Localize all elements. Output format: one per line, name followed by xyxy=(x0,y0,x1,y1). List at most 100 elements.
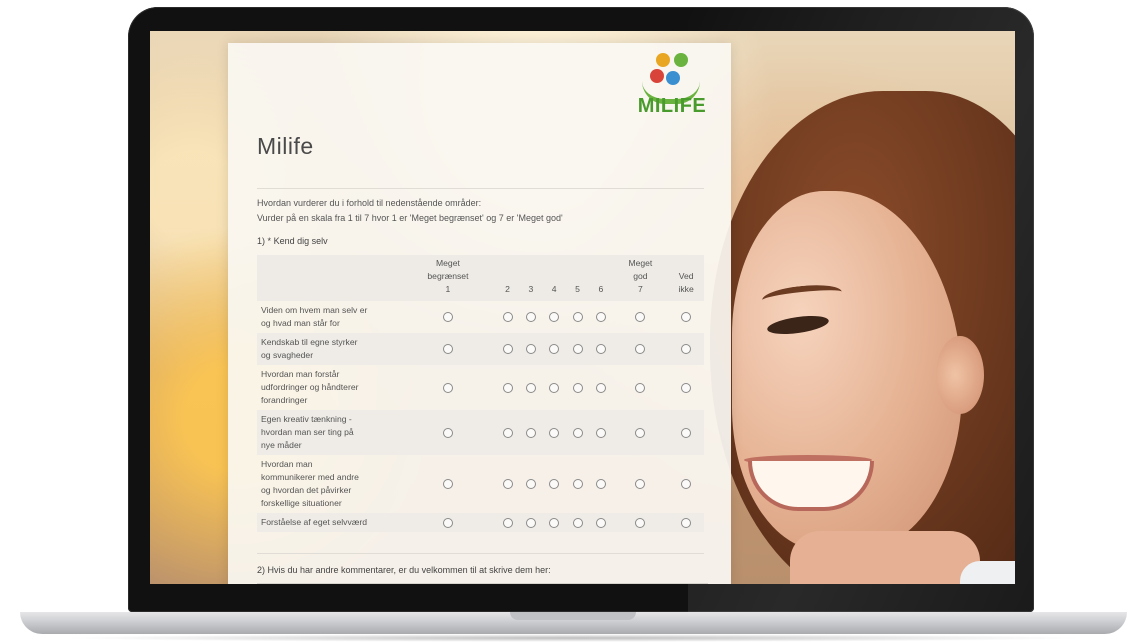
matrix-cell xyxy=(565,513,590,532)
rating-radio-button[interactable] xyxy=(595,479,606,490)
matrix-row-label: Hvordan man forstår udfordringer og håndt… xyxy=(257,365,400,410)
rating-radio-button[interactable] xyxy=(549,344,560,355)
rating-radio-button[interactable] xyxy=(635,382,646,393)
rating-radio-button[interactable] xyxy=(442,427,453,438)
required-marker: * xyxy=(267,236,272,246)
matrix-cell xyxy=(543,365,566,410)
column-header-line: 2 xyxy=(505,284,510,294)
rating-radio-button[interactable] xyxy=(549,517,560,528)
matrix-cell xyxy=(543,455,566,513)
rating-radio-button[interactable] xyxy=(681,382,692,393)
column-header-line: 1 xyxy=(445,284,451,294)
rating-radio-button[interactable] xyxy=(502,427,513,438)
matrix-cell xyxy=(589,455,612,513)
rating-radio-button[interactable] xyxy=(442,479,453,490)
row-label-line: nye måder xyxy=(261,440,302,450)
rating-radio-button[interactable] xyxy=(502,382,513,393)
rating-radio-button[interactable] xyxy=(635,312,646,323)
rating-radio-button[interactable] xyxy=(549,382,560,393)
rating-radio-button[interactable] xyxy=(595,382,606,393)
row-label-line: Egen kreativ tænkning - xyxy=(261,414,352,424)
column-header-line: Meget xyxy=(628,258,653,268)
rating-radio-button[interactable] xyxy=(442,382,453,393)
matrix-cell xyxy=(613,365,669,410)
rating-radio-button[interactable] xyxy=(681,427,692,438)
rating-radio-button[interactable] xyxy=(681,344,692,355)
rating-radio-button[interactable] xyxy=(525,382,536,393)
rating-radio-button[interactable] xyxy=(572,312,583,323)
rating-radio-button[interactable] xyxy=(525,517,536,528)
rating-matrix: Meget begrænset 1 2 3 4 5 6 Meget god 7 … xyxy=(257,255,704,532)
rating-radio-button[interactable] xyxy=(525,344,536,355)
row-label-line: Hvordan man forstår xyxy=(261,369,340,379)
matrix-cell xyxy=(613,455,669,513)
question-2-label: 2) Hvis du har andre kommentarer, er du … xyxy=(257,565,551,575)
column-header-line: begrænset xyxy=(427,271,469,281)
rating-radio-button[interactable] xyxy=(635,344,646,355)
rating-radio-button[interactable] xyxy=(595,312,606,323)
matrix-cell xyxy=(400,513,496,532)
matrix-cell xyxy=(519,410,543,455)
row-label-line: kommunikerer med andre xyxy=(261,472,359,482)
matrix-column-header: Ved ikke xyxy=(668,255,704,301)
rating-radio-button[interactable] xyxy=(595,517,606,528)
matrix-cell xyxy=(566,301,589,333)
rating-radio-button[interactable] xyxy=(502,312,513,323)
matrix-cell xyxy=(519,513,543,532)
rating-radio-button[interactable] xyxy=(635,517,646,528)
rating-radio-button[interactable] xyxy=(442,344,453,355)
matrix-cell xyxy=(400,455,496,513)
matrix-row-label: Hvordan man kommunikerer med andre og hvor… xyxy=(257,455,400,513)
laptop-screen: MILIFE Milife Hvordan vurderer du i forh… xyxy=(150,31,1015,584)
matrix-cell xyxy=(496,365,519,410)
matrix-cell xyxy=(668,455,704,513)
rating-radio-button[interactable] xyxy=(502,344,513,355)
question-label: Kend dig selv xyxy=(273,236,328,246)
matrix-row: Egen kreativ tænkning - hvordan man ser t… xyxy=(257,410,704,455)
rating-radio-button[interactable] xyxy=(572,479,583,490)
matrix-cell xyxy=(668,410,704,455)
rating-radio-button[interactable] xyxy=(681,479,692,490)
page-title: Milife xyxy=(257,133,314,159)
matrix-cell xyxy=(496,301,519,333)
matrix-cell xyxy=(495,410,520,455)
matrix-cell xyxy=(566,455,589,513)
intro-text: Hvordan vurderer du i forhold til nedens… xyxy=(257,196,707,226)
intro-line: Vurder på en skala fra 1 til 7 hvor 1 er… xyxy=(257,213,563,223)
comments-textarea[interactable] xyxy=(257,583,708,584)
rating-radio-button[interactable] xyxy=(681,312,692,323)
column-header-line: god xyxy=(633,271,648,281)
rating-radio-button[interactable] xyxy=(595,427,606,438)
rating-radio-button[interactable] xyxy=(549,312,560,323)
intro-line: Hvordan vurderer du i forhold til nedens… xyxy=(257,198,482,208)
rating-radio-button[interactable] xyxy=(635,427,646,438)
matrix-cell xyxy=(400,410,496,455)
rating-radio-button[interactable] xyxy=(572,427,583,438)
rating-radio-button[interactable] xyxy=(442,517,453,528)
rating-radio-button[interactable] xyxy=(681,517,692,528)
matrix-row-label: Egen kreativ tænkning - hvordan man ser t… xyxy=(257,410,400,455)
rating-radio-button[interactable] xyxy=(502,479,513,490)
matrix-cell xyxy=(589,410,613,455)
rating-radio-button[interactable] xyxy=(525,427,536,438)
rating-radio-button[interactable] xyxy=(572,344,583,355)
rating-radio-button[interactable] xyxy=(572,517,583,528)
matrix-row: Hvordan man forstår udfordringer og håndt… xyxy=(257,365,704,410)
rating-radio-button[interactable] xyxy=(442,312,453,323)
matrix-row-label: Forståelse af eget selvværd xyxy=(257,513,400,532)
logo-text: MILIFE xyxy=(637,95,707,117)
row-label-line: Forståelse af eget selvværd xyxy=(261,517,368,527)
matrix-column-header: 5 xyxy=(565,255,590,301)
rating-radio-button[interactable] xyxy=(635,479,646,490)
rating-radio-button[interactable] xyxy=(572,382,583,393)
rating-radio-button[interactable] xyxy=(525,312,536,323)
matrix-header-empty xyxy=(257,255,400,301)
rating-radio-button[interactable] xyxy=(502,517,513,528)
rating-radio-button[interactable] xyxy=(549,427,560,438)
rating-radio-button[interactable] xyxy=(525,479,536,490)
background-photo-shirt xyxy=(960,561,1015,584)
row-label-line: og hvad man står for xyxy=(261,318,340,328)
column-header-line: 4 xyxy=(551,284,557,294)
rating-radio-button[interactable] xyxy=(549,479,560,490)
rating-radio-button[interactable] xyxy=(595,344,606,355)
